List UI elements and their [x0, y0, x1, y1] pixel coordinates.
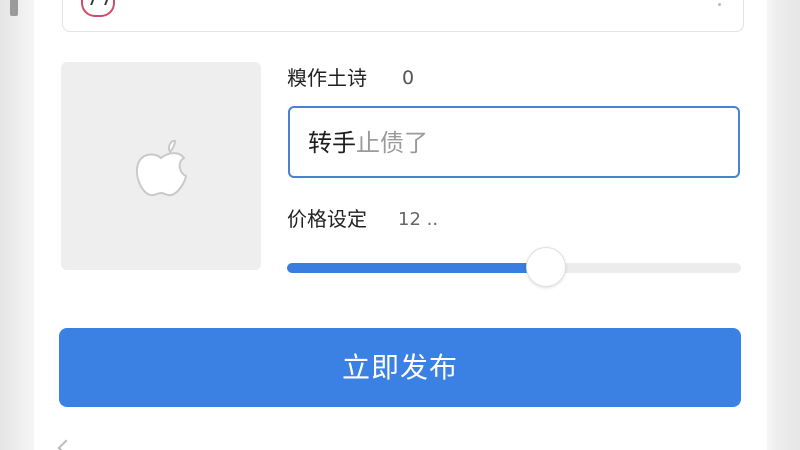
title-input[interactable]: 转手止债了 [288, 106, 740, 178]
title-input-placeholder: 止债了 [356, 129, 428, 157]
screen: 糗作土诗 0 转手止债了 价格设定 12 .. 立即发布 [0, 0, 800, 450]
apple-icon [136, 140, 188, 197]
bezel-marker [10, 0, 18, 16]
title-label: 糗作土诗 [287, 66, 367, 90]
price-slider-fill [287, 263, 546, 273]
card-indicator-dot [718, 3, 721, 6]
title-char-count: 0 [402, 67, 415, 89]
top-card[interactable] [62, 0, 744, 32]
price-slider[interactable] [287, 247, 741, 287]
price-value: 12 .. [398, 209, 439, 230]
app-content: 糗作土诗 0 转手止债了 价格设定 12 .. 立即发布 [34, 0, 767, 450]
price-label: 价格设定 [287, 207, 367, 231]
right-bezel [767, 0, 800, 450]
image-upload-placeholder[interactable] [61, 62, 261, 270]
title-input-text: 转手止债了 [308, 128, 428, 158]
publish-button[interactable]: 立即发布 [59, 328, 741, 407]
left-bezel [0, 0, 34, 450]
chevron-left-icon [57, 439, 75, 450]
price-slider-handle[interactable] [525, 247, 566, 287]
app-logo-icon [81, 0, 115, 17]
title-input-value: 转手 [308, 129, 356, 157]
bottom-options-row [54, 439, 754, 450]
